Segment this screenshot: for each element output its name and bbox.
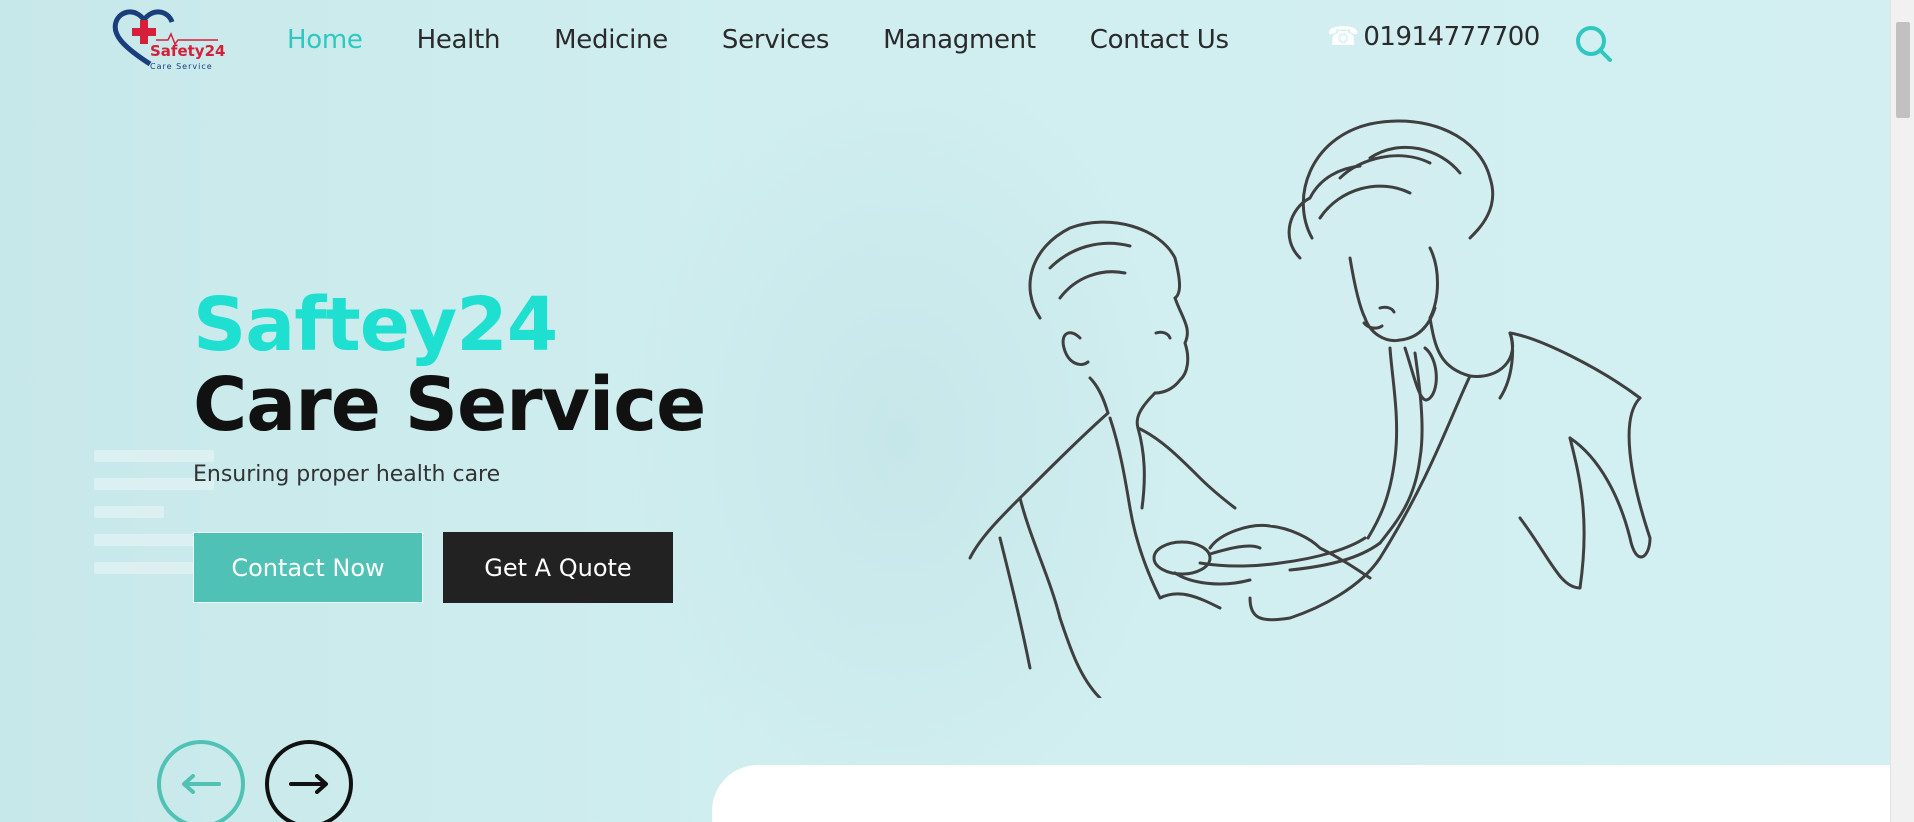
get-a-quote-button[interactable]: Get A Quote xyxy=(443,532,673,603)
logo-text: Safety24 xyxy=(150,42,226,60)
hero-title-brand: Saftey24 xyxy=(193,282,558,368)
nav-item-contact-us[interactable]: Contact Us xyxy=(1090,25,1229,55)
page-scrollbar[interactable] xyxy=(1890,0,1914,822)
doctor-examining-patient-illustration xyxy=(968,119,1652,698)
search-button[interactable] xyxy=(1574,24,1614,64)
slider-next-button[interactable] xyxy=(265,740,353,822)
phone-link[interactable]: ☎ 01914777700 xyxy=(1327,22,1540,52)
nav-item-medicine[interactable]: Medicine xyxy=(554,25,668,55)
site-header: Safety24 Care Service Home Health Medici… xyxy=(0,0,1890,84)
contact-now-button[interactable]: Contact Now xyxy=(193,532,423,603)
nav-item-home[interactable]: Home xyxy=(287,25,363,55)
scrollbar-thumb[interactable] xyxy=(1896,22,1910,118)
nav-item-health[interactable]: Health xyxy=(417,25,501,55)
main-navigation: Home Health Medicine Services Managment … xyxy=(287,20,1283,60)
slider-prev-button[interactable] xyxy=(157,740,245,822)
hero-title-service: Care Service xyxy=(193,362,706,448)
arrow-right-icon xyxy=(289,774,328,794)
search-icon xyxy=(1576,26,1612,62)
logo-subtitle: Care Service xyxy=(150,62,213,71)
content-card-top-edge xyxy=(712,765,1890,822)
nav-item-services[interactable]: Services xyxy=(722,25,830,55)
nav-item-managment[interactable]: Managment xyxy=(883,25,1036,55)
phone-number: 01914777700 xyxy=(1363,22,1540,52)
arrow-left-icon xyxy=(182,774,221,794)
phone-icon: ☎ xyxy=(1327,22,1360,52)
site-logo[interactable]: Safety24 Care Service xyxy=(112,6,232,72)
hero-subtitle: Ensuring proper health care xyxy=(193,462,501,487)
